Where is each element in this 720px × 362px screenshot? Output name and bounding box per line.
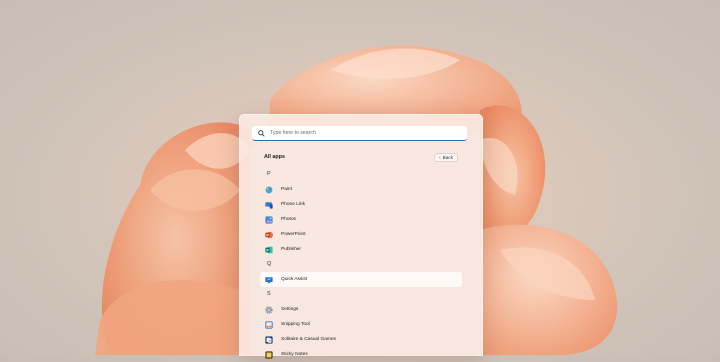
section-letter-p[interactable]: P <box>240 167 482 182</box>
app-label: Photos <box>281 217 296 222</box>
quick-assist-icon <box>265 276 273 283</box>
app-label: Paint <box>281 187 292 192</box>
settings-icon <box>265 305 273 314</box>
section-letter-s[interactable]: S <box>240 287 482 302</box>
app-label: Solitaire & Casual Games <box>281 337 336 342</box>
app-item-powerpoint[interactable]: P PowerPoint <box>260 227 462 242</box>
app-item-phone-link[interactable]: Phone Link <box>260 197 462 212</box>
app-label: Quick Assist <box>281 277 308 282</box>
phone-link-icon <box>265 201 273 209</box>
app-label: Phone Link <box>281 202 306 207</box>
search-input[interactable] <box>270 130 450 136</box>
app-item-settings[interactable]: Settings <box>260 302 462 317</box>
all-apps-heading: All apps <box>264 154 285 160</box>
start-menu-panel: All apps ‹ Back P Paint Phone Link <box>239 114 483 359</box>
section-letter-q[interactable]: Q <box>240 257 482 272</box>
photos-icon <box>265 215 273 224</box>
app-item-solitaire[interactable]: Solitaire & Casual Games <box>260 332 462 347</box>
paint-icon <box>265 186 273 193</box>
search-box[interactable] <box>252 126 467 141</box>
app-label: PowerPoint <box>281 232 306 237</box>
search-icon <box>258 129 265 137</box>
publisher-icon: P <box>265 246 273 253</box>
app-label: Publisher <box>281 247 301 252</box>
solitaire-icon <box>265 335 273 344</box>
app-item-quick-assist[interactable]: Quick Assist <box>260 272 462 287</box>
chevron-left-icon: ‹ <box>439 155 441 160</box>
back-button[interactable]: ‹ Back <box>434 153 458 162</box>
app-list: P Paint Phone Link Photos P PowerPoint P… <box>240 167 482 362</box>
app-label: Settings <box>281 307 299 312</box>
app-item-photos[interactable]: Photos <box>260 212 462 227</box>
back-button-label: Back <box>442 155 453 160</box>
app-item-publisher[interactable]: P Publisher <box>260 242 462 257</box>
app-item-snipping-tool[interactable]: Snipping Tool <box>260 317 462 332</box>
app-label: Snipping Tool <box>281 322 310 327</box>
snipping-tool-icon <box>265 320 273 329</box>
app-item-paint[interactable]: Paint <box>260 182 462 197</box>
powerpoint-icon: P <box>265 231 273 238</box>
